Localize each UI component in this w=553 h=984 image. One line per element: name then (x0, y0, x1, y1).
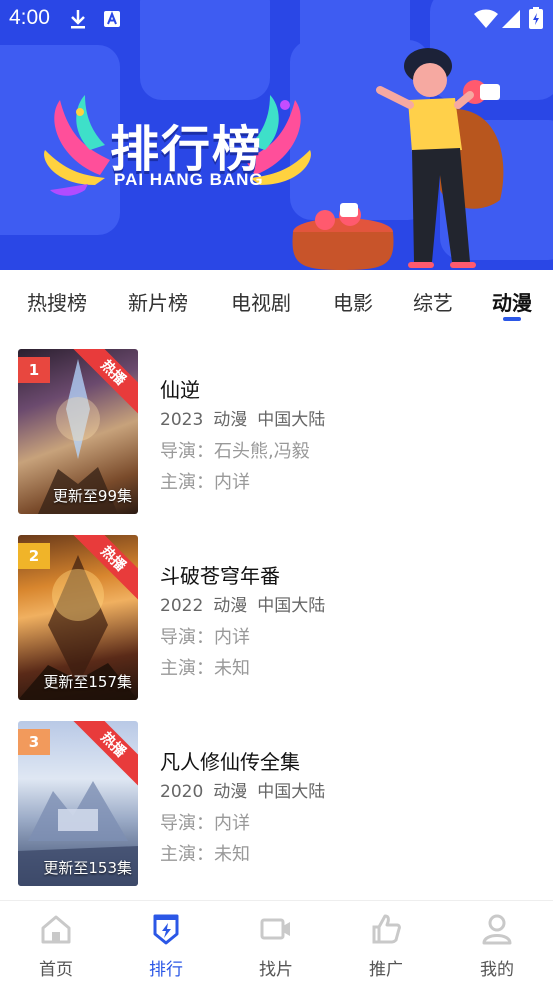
item-director: 导演：内详 (160, 627, 250, 648)
item-year: 2022 (160, 596, 204, 616)
rank-badge: 3 (18, 729, 50, 755)
rank-badge: 1 (18, 357, 50, 383)
nav-find-films[interactable]: 找片 (236, 913, 316, 980)
nav-mine[interactable]: 我的 (457, 913, 537, 980)
character-illustration (44, 48, 504, 270)
nav-ranking[interactable]: 排行 (126, 913, 206, 980)
active-tab-indicator (503, 317, 521, 321)
episode-update: 更新至153集 (43, 859, 132, 877)
item-genre: 动漫 (213, 410, 248, 430)
item-region: 中国大陆 (257, 410, 326, 430)
episode-update: 更新至99集 (52, 487, 132, 505)
list-item[interactable]: 1 热播 更新至99集 仙逆 2023 动漫 中国大陆 导演：石头熊,冯毅 主演：内… (0, 349, 553, 515)
item-actor: 主演：未知 (160, 844, 250, 865)
nav-promote[interactable]: 推广 (346, 913, 426, 980)
tab-variety[interactable]: 综艺 (413, 287, 453, 316)
item-meta: 2022 动漫 中国大陆 (160, 591, 335, 616)
tab-anime[interactable]: 动漫 (492, 287, 532, 316)
home-icon (41, 915, 71, 944)
nav-home[interactable]: 首页 (16, 913, 96, 980)
item-year: 2023 (160, 410, 204, 430)
nav-promote-label: 推广 (369, 960, 403, 980)
item-actor: 主演：内详 (160, 472, 250, 493)
item-title[interactable]: 仙逆 (160, 374, 200, 403)
item-region: 中国大陆 (257, 596, 326, 616)
category-tabs: 热搜榜 新片榜 电视剧 电影 综艺 动漫 (0, 270, 553, 332)
bottom-navigation: 首页 排行 找片 推广 我的 (0, 900, 553, 984)
ranking-banner: 排行榜 PAI HANG BANG 4:00 (0, 0, 553, 270)
list-item[interactable]: 2 热播 更新至157集 斗破苍穹年番 2022 动漫 中国大陆 导演：内详 主演：… (0, 535, 553, 701)
item-title[interactable]: 斗破苍穹年番 (160, 560, 280, 589)
nav-home-label: 首页 (39, 960, 73, 980)
item-meta: 2023 动漫 中国大陆 (160, 405, 335, 430)
nav-ranking-label: 排行 (149, 960, 183, 980)
nav-mine-label: 我的 (480, 960, 514, 980)
poster-image[interactable]: 3 热播 更新至153集 (18, 721, 138, 886)
list-item[interactable]: 3 热播 更新至153集 凡人修仙传全集 2020 动漫 中国大陆 导演：内详 主演… (0, 721, 553, 887)
item-actor: 主演：未知 (160, 658, 250, 679)
video-camera-icon (260, 918, 290, 940)
item-genre: 动漫 (213, 782, 248, 802)
nav-find-films-label: 找片 (259, 960, 293, 980)
tab-hot-search[interactable]: 热搜榜 (27, 287, 87, 316)
tab-new-films[interactable]: 新片榜 (128, 287, 188, 316)
item-genre: 动漫 (213, 596, 248, 616)
thumbs-up-icon (372, 914, 401, 944)
tab-movies[interactable]: 电影 (333, 287, 373, 316)
item-year: 2020 (160, 782, 204, 802)
poster-image[interactable]: 2 热播 更新至157集 (18, 535, 138, 700)
item-region: 中国大陆 (257, 782, 326, 802)
keyboard-a-icon (104, 11, 120, 27)
rank-badge: 2 (18, 543, 50, 569)
ranking-icon (153, 914, 179, 945)
item-title[interactable]: 凡人修仙传全集 (160, 746, 300, 775)
battery-icon (529, 7, 543, 29)
item-director: 导演：石头熊,冯毅 (160, 441, 310, 462)
wifi-icon (474, 9, 498, 28)
episode-update: 更新至157集 (43, 673, 132, 691)
poster-image[interactable]: 1 热播 更新至99集 (18, 349, 138, 514)
banner-subtitle: PAI HANG BANG (114, 170, 264, 189)
signal-icon (502, 10, 520, 28)
status-time: 4:00 (9, 6, 50, 29)
tab-tv-series[interactable]: 电视剧 (231, 287, 291, 316)
item-meta: 2020 动漫 中国大陆 (160, 777, 335, 802)
item-director: 导演：内详 (160, 813, 250, 834)
download-icon (71, 10, 85, 29)
user-icon (482, 914, 512, 945)
status-bar: 4:00 (0, 0, 553, 38)
